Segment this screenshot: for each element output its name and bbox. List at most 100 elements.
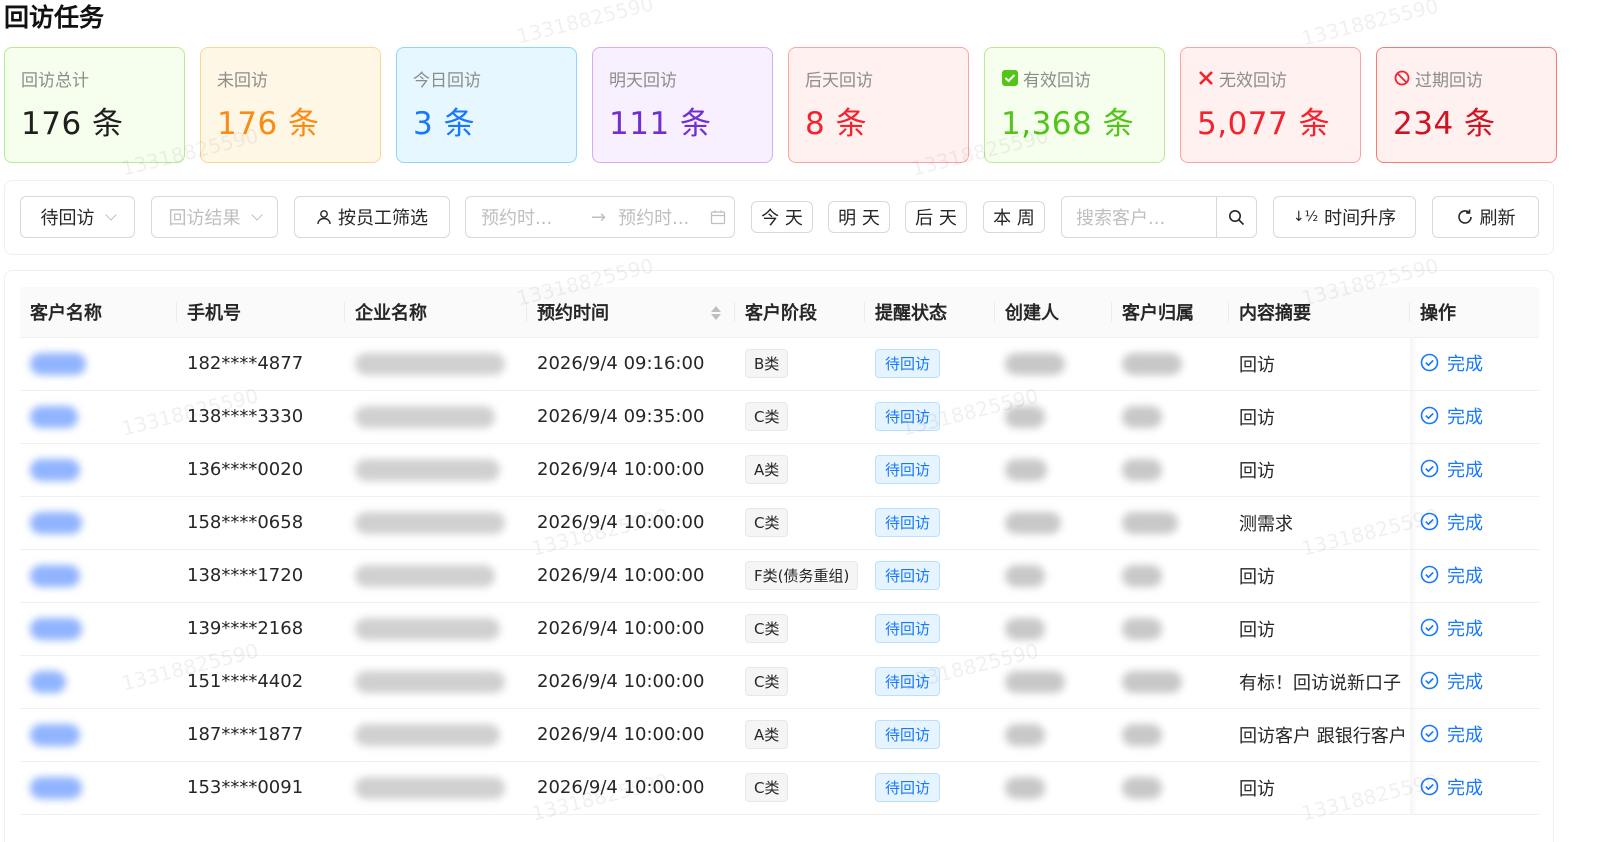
complete-button[interactable]: 完成 — [1420, 456, 1483, 482]
summary-cell: 回访 — [1229, 390, 1410, 444]
date-end-input[interactable]: 预约时... — [618, 204, 710, 230]
stat-card-day-after[interactable]: 后天回访 8 条 — [788, 47, 969, 163]
calendar-icon — [710, 210, 726, 225]
summary-cell: 有标！回访说新口子 — [1229, 655, 1410, 709]
customer-search-input[interactable]: 搜索客户... — [1061, 196, 1257, 238]
customer-name-cell[interactable] — [20, 337, 177, 391]
sort-time-button[interactable]: ↓½ 时间升序 — [1273, 196, 1416, 238]
creator-cell — [995, 708, 1112, 762]
customer-name-cell[interactable] — [20, 602, 177, 656]
table-row[interactable]: 139****2168 2026/9/4 10:00:00 C类 待回访 回访 完成 — [20, 602, 1539, 656]
action-cell: 完成 — [1410, 708, 1539, 762]
status-select[interactable]: 待回访 — [20, 196, 135, 238]
customer-name-cell[interactable] — [20, 390, 177, 444]
stat-value: 234 条 — [1393, 106, 1496, 142]
watermark-text: 13318825590 — [514, 0, 656, 49]
date-range-picker[interactable]: 预约时... → 预约时... — [465, 196, 735, 238]
company-cell — [345, 496, 527, 550]
owner-redacted — [1122, 670, 1182, 693]
appointment-time-cell: 2026/9/4 10:00:00 — [527, 708, 735, 762]
table-row[interactable]: 182****4877 2026/9/4 09:16:00 B类 待回访 回访 完成 — [20, 337, 1539, 391]
stat-card-pending[interactable]: 未回访 176 条 — [200, 47, 381, 163]
complete-button[interactable]: 完成 — [1420, 403, 1483, 429]
employee-filter-button[interactable]: 按员工筛选 — [294, 196, 450, 238]
chevron-down-icon — [104, 209, 117, 221]
day-after-button[interactable]: 后 天 — [905, 201, 967, 233]
company-cell — [345, 708, 527, 762]
customer-name-cell[interactable] — [20, 549, 177, 603]
stage-tag: A类 — [745, 720, 789, 749]
complete-button[interactable]: 完成 — [1420, 721, 1483, 747]
appointment-time-cell: 2026/9/4 09:35:00 — [527, 390, 735, 444]
customer-name-redacted — [30, 723, 80, 746]
table-row[interactable]: 158****0658 2026/9/4 10:00:00 C类 待回访 测需求 完成 — [20, 496, 1539, 550]
complete-button[interactable]: 完成 — [1420, 668, 1483, 694]
action-cell: 完成 — [1410, 390, 1539, 444]
complete-label: 完成 — [1447, 618, 1483, 640]
result-select[interactable]: 回访结果 — [151, 196, 278, 238]
customer-name-redacted — [30, 564, 80, 587]
column-header: 客户归属 — [1112, 287, 1229, 338]
action-cell: 完成 — [1410, 443, 1539, 497]
remind-cell: 待回访 — [865, 496, 995, 550]
stage-cell: A类 — [735, 708, 865, 762]
table-row[interactable]: 153****0091 2026/9/4 10:00:00 C类 待回访 回访 完成 — [20, 761, 1539, 815]
creator-redacted — [1005, 458, 1047, 481]
complete-button[interactable]: 完成 — [1420, 509, 1483, 535]
stat-card-tomorrow[interactable]: 明天回访 111 条 — [592, 47, 773, 163]
refresh-button[interactable]: 刷新 — [1432, 196, 1539, 238]
stat-card-total[interactable]: 回访总计 176 条 — [4, 47, 185, 163]
creator-cell — [995, 549, 1112, 603]
status-select-value: 待回访 — [40, 208, 95, 229]
table-row[interactable]: 138****3330 2026/9/4 09:35:00 C类 待回访 回访 完成 — [20, 390, 1539, 444]
creator-cell — [995, 761, 1112, 815]
stat-label: 后天回访 — [805, 66, 968, 91]
date-start-input[interactable]: 预约时... — [481, 204, 581, 230]
sort-time-label: 时间升序 — [1324, 208, 1397, 229]
today-button[interactable]: 今 天 — [751, 201, 813, 233]
sort-caret-icon[interactable] — [711, 304, 721, 322]
tomorrow-button[interactable]: 明 天 — [828, 201, 890, 233]
company-name-redacted — [355, 458, 500, 481]
this-week-button[interactable]: 本 周 — [983, 201, 1045, 233]
complete-button[interactable]: 完成 — [1420, 615, 1483, 641]
table-row[interactable]: 151****4402 2026/9/4 10:00:00 C类 待回访 有标！回访说新… — [20, 655, 1539, 709]
search-button[interactable] — [1216, 197, 1256, 237]
stage-tag: A类 — [745, 455, 789, 484]
customer-name-cell[interactable] — [20, 443, 177, 497]
creator-redacted — [1005, 670, 1065, 693]
creator-redacted — [1005, 352, 1065, 375]
complete-button[interactable]: 完成 — [1420, 774, 1483, 800]
stat-card-invalid[interactable]: 无效回访 5,077 条 — [1180, 47, 1361, 163]
search-icon — [1229, 209, 1245, 225]
stat-card-valid[interactable]: 有效回访 1,368 条 — [984, 47, 1165, 163]
complete-button[interactable]: 完成 — [1420, 350, 1483, 376]
company-name-redacted — [355, 405, 495, 428]
owner-cell — [1112, 761, 1229, 815]
column-header: 手机号 — [177, 287, 345, 338]
remind-status-tag: 待回访 — [875, 667, 941, 696]
customer-name-cell[interactable] — [20, 708, 177, 762]
complete-button[interactable]: 完成 — [1420, 562, 1483, 588]
customer-name-cell[interactable] — [20, 655, 177, 709]
stat-card-expired[interactable]: 过期回访 234 条 — [1376, 47, 1557, 163]
owner-redacted — [1122, 564, 1162, 587]
stage-tag: C类 — [745, 614, 789, 643]
table-row[interactable]: 138****1720 2026/9/4 10:00:00 F类(债务重组) 待回访 回… — [20, 549, 1539, 603]
company-name-redacted — [355, 776, 505, 799]
table-row[interactable]: 136****0020 2026/9/4 10:00:00 A类 待回访 回访 完成 — [20, 443, 1539, 497]
stage-cell: B类 — [735, 337, 865, 391]
customer-name-cell[interactable] — [20, 761, 177, 815]
stage-cell: C类 — [735, 390, 865, 444]
stat-card-today[interactable]: 今日回访 3 条 — [396, 47, 577, 163]
stage-cell: C类 — [735, 602, 865, 656]
customer-name-cell[interactable] — [20, 496, 177, 550]
table-row[interactable]: 187****1877 2026/9/4 10:00:00 A类 待回访 回访客户 跟银… — [20, 708, 1539, 762]
company-name-redacted — [355, 564, 495, 587]
remind-status-tag: 待回访 — [875, 561, 941, 590]
company-name-redacted — [355, 511, 505, 534]
creator-cell — [995, 655, 1112, 709]
arrow-right-icon: → — [591, 206, 607, 228]
column-header[interactable]: 预约时间 — [527, 287, 735, 338]
stat-label-text: 未回访 — [217, 70, 268, 91]
